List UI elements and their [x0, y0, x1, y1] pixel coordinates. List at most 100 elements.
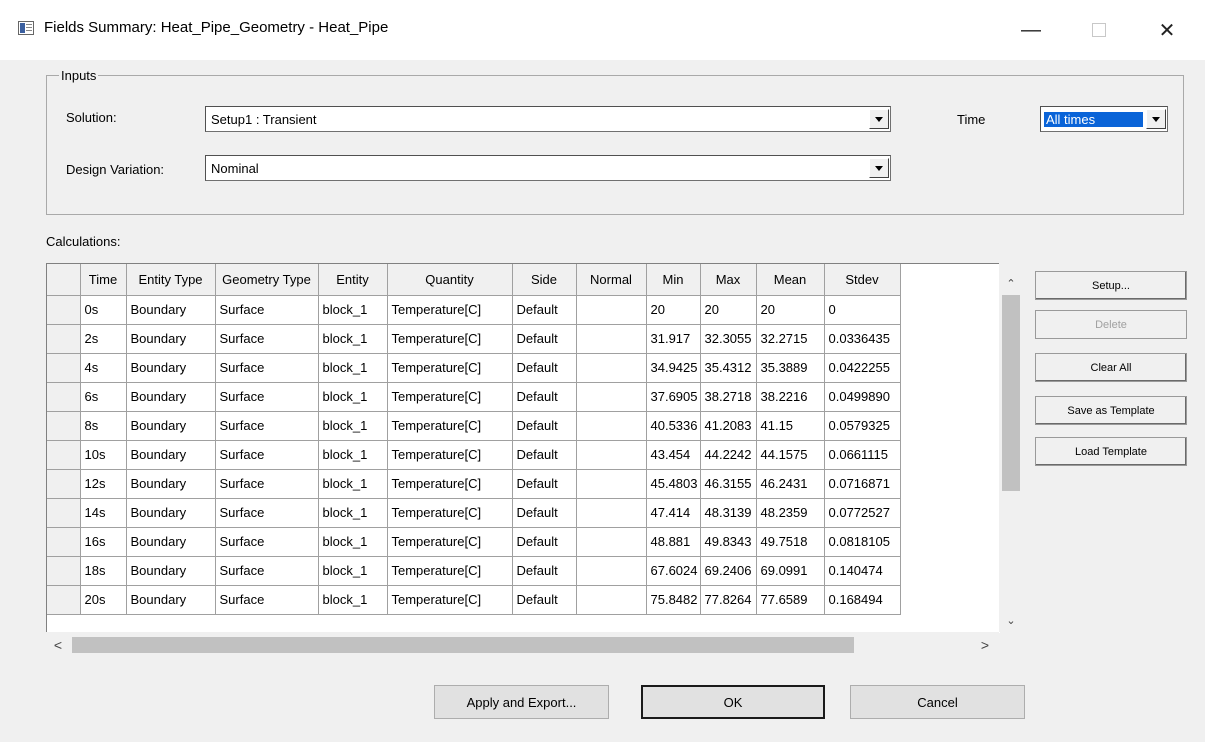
vertical-scroll-thumb[interactable] [1002, 295, 1020, 491]
column-header-entity-type[interactable]: Entity Type [126, 264, 216, 296]
table-row[interactable]: 2s Boundary Surface block_1 Temperature[C] De… [47, 324, 901, 354]
cancel-button[interactable]: Cancel [850, 685, 1025, 719]
table-cell: 16s [80, 527, 127, 557]
row-selector[interactable] [47, 353, 81, 383]
row-selector[interactable] [47, 324, 81, 354]
maximize-icon [1092, 23, 1106, 37]
column-header-min[interactable]: Min [646, 264, 701, 296]
inputs-legend: Inputs [61, 68, 97, 83]
column-header-time[interactable]: Time [80, 264, 127, 296]
table-cell: block_1 [318, 353, 388, 383]
table-cell: Boundary [126, 527, 216, 557]
table-row[interactable]: 6s Boundary Surface block_1 Temperature[C] De… [47, 382, 901, 412]
table-cell: Temperature[C] [387, 585, 513, 615]
design-variation-dropdown-arrow[interactable] [869, 158, 889, 178]
table-cell: Boundary [126, 440, 216, 470]
table-cell: block_1 [318, 585, 388, 615]
table-row[interactable]: 20s Boundary Surface block_1 Temperature[C] D… [47, 585, 901, 615]
close-button[interactable]: ✕ [1144, 10, 1190, 50]
row-selector[interactable] [47, 498, 81, 528]
ok-button[interactable]: OK [641, 685, 825, 719]
scroll-down-icon[interactable]: ⌄ [999, 610, 1023, 630]
table-cell [576, 382, 647, 412]
table-row[interactable]: 10s Boundary Surface block_1 Temperature[C] D… [47, 440, 901, 470]
table-cell: 0.0716871 [824, 469, 901, 499]
minimize-button[interactable]: — [1008, 10, 1054, 50]
horizontal-scrollbar[interactable]: < > [46, 632, 999, 658]
column-header-geometry-type[interactable]: Geometry Type [215, 264, 319, 296]
table-cell: Temperature[C] [387, 382, 513, 412]
table-cell: 0.140474 [824, 556, 901, 586]
table-cell: Temperature[C] [387, 556, 513, 586]
solution-select[interactable]: Setup1 : Transient [205, 106, 891, 132]
table-cell: Temperature[C] [387, 469, 513, 499]
scroll-left-icon[interactable]: < [48, 635, 68, 655]
scroll-up-icon[interactable]: ⌃ [999, 273, 1023, 293]
column-header-stdev[interactable]: Stdev [824, 264, 901, 296]
calculations-grid[interactable]: Time Entity Type Geometry Type Entity Quanti… [46, 263, 1000, 633]
column-header-entity[interactable]: Entity [318, 264, 388, 296]
column-header-normal[interactable]: Normal [576, 264, 647, 296]
row-selector[interactable] [47, 411, 81, 441]
table-cell: Boundary [126, 295, 216, 325]
table-row[interactable]: 16s Boundary Surface block_1 Temperature[C] D… [47, 527, 901, 557]
table-cell: Default [512, 469, 577, 499]
maximize-button [1076, 10, 1122, 50]
table-row[interactable]: 14s Boundary Surface block_1 Temperature[C] D… [47, 498, 901, 528]
table-cell: block_1 [318, 411, 388, 441]
vertical-scrollbar[interactable]: ⌃ ⌄ [999, 263, 1023, 632]
clear-all-button[interactable]: Clear All [1035, 353, 1187, 382]
row-selector[interactable] [47, 440, 81, 470]
table-cell: Surface [215, 585, 319, 615]
delete-button[interactable]: Delete [1035, 310, 1187, 339]
column-header-max[interactable]: Max [700, 264, 757, 296]
apply-and-export-button[interactable]: Apply and Export... [434, 685, 609, 719]
column-header-quantity[interactable]: Quantity [387, 264, 513, 296]
table-cell: 12s [80, 469, 127, 499]
table-row[interactable]: 0s Boundary Surface block_1 Temperature[C] De… [47, 295, 901, 325]
horizontal-scroll-thumb[interactable] [72, 637, 854, 653]
row-selector[interactable] [47, 527, 81, 557]
time-select[interactable]: All times [1040, 106, 1168, 132]
solution-dropdown-arrow[interactable] [869, 109, 889, 129]
inputs-group: Inputs [46, 68, 1184, 215]
design-variation-select[interactable]: Nominal [205, 155, 891, 181]
table-cell: Boundary [126, 498, 216, 528]
setup-button[interactable]: Setup... [1035, 271, 1187, 300]
table-cell: Surface [215, 382, 319, 412]
table-cell: Default [512, 585, 577, 615]
table-cell [576, 585, 647, 615]
chevron-down-icon [875, 165, 883, 171]
table-cell [576, 498, 647, 528]
scroll-right-icon[interactable]: > [975, 635, 995, 655]
minimize-icon: — [1021, 18, 1041, 41]
row-selector[interactable] [47, 382, 81, 412]
table-row[interactable]: 4s Boundary Surface block_1 Temperature[C] De… [47, 353, 901, 383]
table-cell: Surface [215, 353, 319, 383]
table-cell: 0.0772527 [824, 498, 901, 528]
row-selector[interactable] [47, 585, 81, 615]
table-cell: 18s [80, 556, 127, 586]
time-dropdown-arrow[interactable] [1146, 109, 1166, 129]
table-cell: 46.3155 [700, 469, 757, 499]
load-template-button[interactable]: Load Template [1035, 437, 1187, 466]
table-row[interactable]: 18s Boundary Surface block_1 Temperature[C] D… [47, 556, 901, 586]
close-icon: ✕ [1158, 19, 1176, 42]
table-cell: Surface [215, 469, 319, 499]
table-cell: Temperature[C] [387, 411, 513, 441]
column-header-side[interactable]: Side [512, 264, 577, 296]
app-icon [18, 21, 34, 35]
save-as-template-button[interactable]: Save as Template [1035, 396, 1187, 425]
row-selector[interactable] [47, 469, 81, 499]
row-selector[interactable] [47, 295, 81, 325]
table-cell: block_1 [318, 382, 388, 412]
table-cell: block_1 [318, 469, 388, 499]
table-cell: 0 [824, 295, 901, 325]
table-cell: Boundary [126, 382, 216, 412]
table-cell: Surface [215, 556, 319, 586]
table-cell: Default [512, 556, 577, 586]
row-selector[interactable] [47, 556, 81, 586]
table-row[interactable]: 8s Boundary Surface block_1 Temperature[C] De… [47, 411, 901, 441]
table-row[interactable]: 12s Boundary Surface block_1 Temperature[C] D… [47, 469, 901, 499]
column-header-mean[interactable]: Mean [756, 264, 825, 296]
